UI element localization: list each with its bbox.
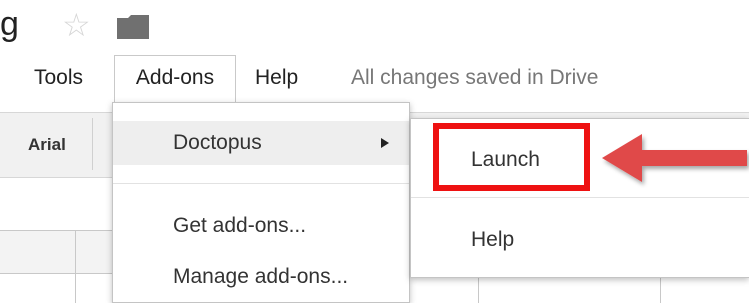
menu-item-doctopus[interactable]: Doctopus (113, 121, 409, 165)
document-title[interactable]: g (0, 4, 19, 44)
grid-column-line (75, 230, 76, 303)
menu-item-get-addons[interactable]: Get add-ons... (113, 204, 409, 248)
addons-dropdown: Doctopus Get add-ons... Manage add-ons..… (112, 102, 410, 303)
menu-item-label: Manage add-ons... (173, 265, 349, 288)
pointer-arrow-icon (598, 128, 749, 188)
menu-item-label: Doctopus (173, 131, 262, 154)
menu-tools[interactable]: Tools (34, 60, 83, 96)
menu-addons[interactable]: Add-ons (114, 55, 236, 103)
submenu-arrow-icon (381, 138, 389, 148)
highlight-box (433, 123, 590, 191)
menu-item-manage-addons[interactable]: Manage add-ons... (113, 255, 409, 299)
submenu-item-help[interactable]: Help (471, 225, 514, 255)
star-icon[interactable]: ☆ (62, 8, 91, 42)
toolbar-divider (92, 118, 93, 170)
menu-separator (113, 183, 409, 184)
save-status: All changes saved in Drive (351, 66, 599, 89)
menu-item-label: Get add-ons... (173, 214, 307, 237)
menu-help[interactable]: Help (255, 60, 298, 96)
menu-separator (411, 197, 749, 198)
folder-icon[interactable] (116, 14, 150, 40)
font-selector[interactable]: Arial (28, 134, 66, 156)
